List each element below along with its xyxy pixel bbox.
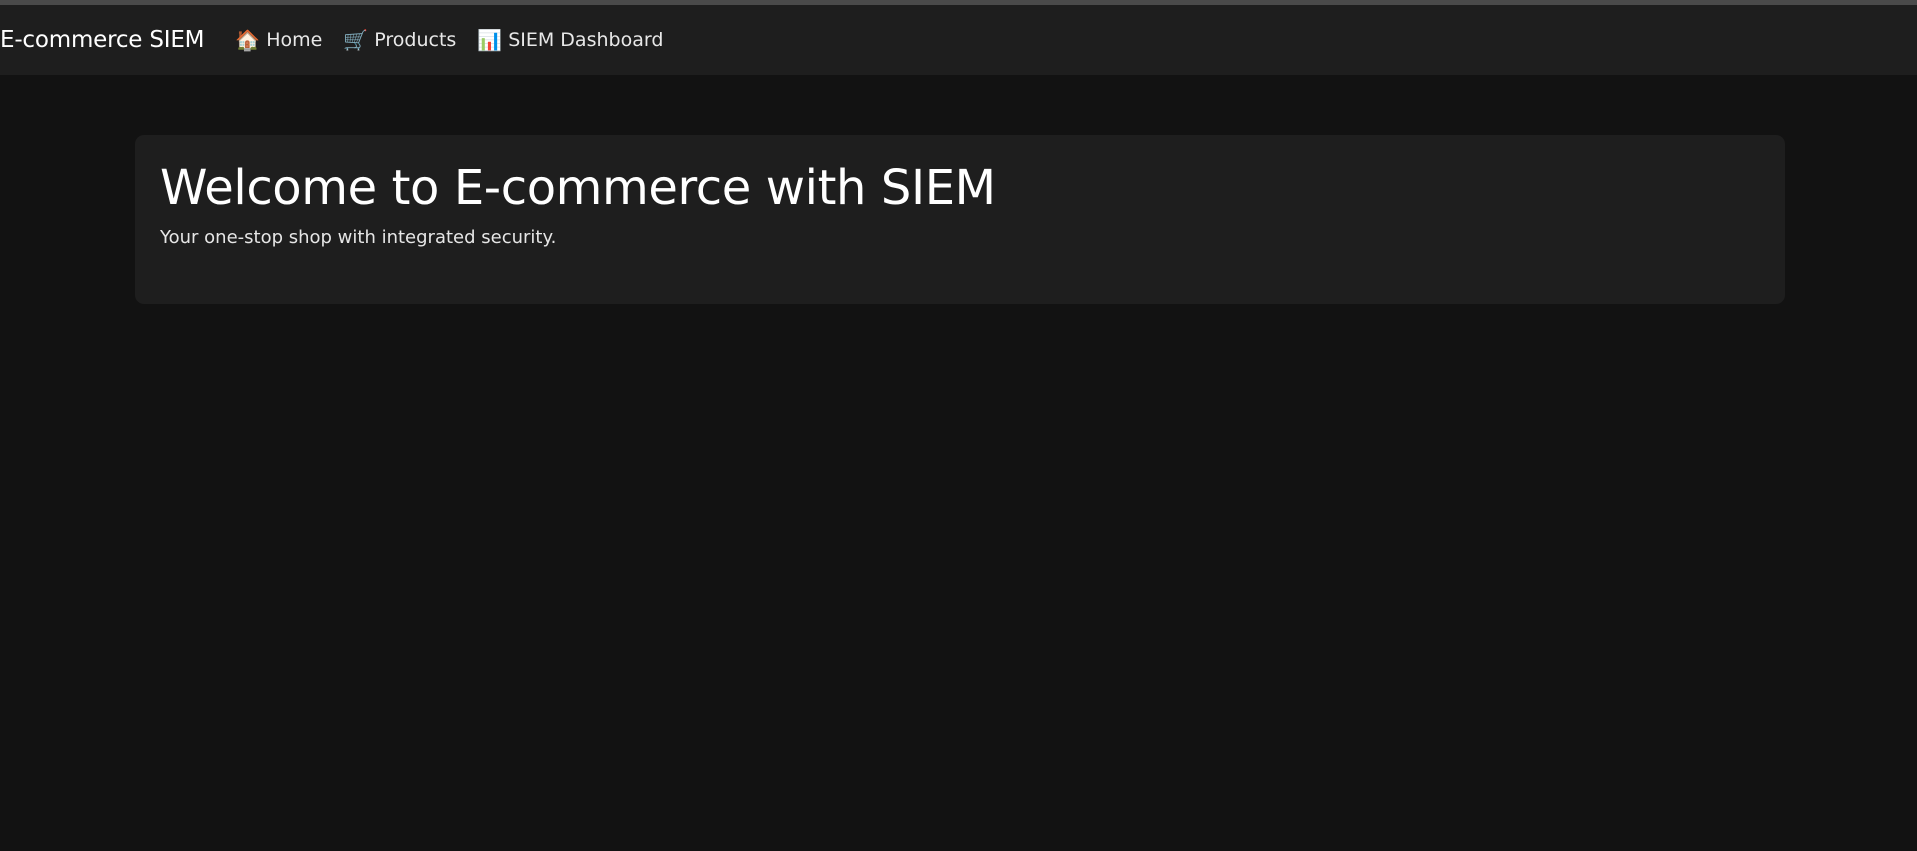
- brand-link[interactable]: E-commerce SIEM: [0, 27, 205, 53]
- home-icon: 🏠: [235, 28, 261, 52]
- nav-link-home[interactable]: 🏠 Home: [235, 29, 322, 51]
- nav-link-products[interactable]: 🛒 Products: [343, 29, 456, 51]
- page-subtitle: Your one-stop shop with integrated secur…: [160, 227, 557, 249]
- nav-link-siem-dashboard[interactable]: 📊 SIEM Dashboard: [477, 29, 663, 51]
- nav-link-siem-dashboard-label: SIEM Dashboard: [508, 29, 664, 51]
- nav-link-home-label: Home: [266, 29, 323, 51]
- hero-card: Welcome to E-commerce with SIEM Your one…: [135, 135, 1785, 304]
- nav-link-products-label: Products: [374, 29, 457, 51]
- cart-icon: 🛒: [343, 28, 369, 52]
- bar-chart-icon: 📊: [477, 28, 503, 52]
- nav-links: 🏠 Home 🛒 Products 📊 SIEM Dashboard: [235, 29, 684, 51]
- page-title: Welcome to E-commerce with SIEM: [160, 160, 996, 216]
- navbar: E-commerce SIEM 🏠 Home 🛒 Products 📊 SIEM…: [0, 5, 1917, 75]
